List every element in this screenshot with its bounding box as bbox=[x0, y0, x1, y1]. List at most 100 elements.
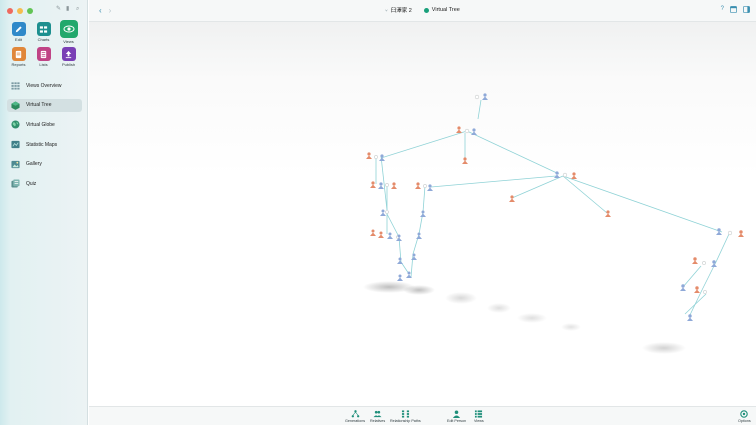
options-label: Options bbox=[738, 419, 751, 423]
sidebar-item-label: Virtual Globe bbox=[26, 121, 55, 128]
male-person-icon[interactable] bbox=[427, 184, 433, 191]
window-icon[interactable] bbox=[730, 6, 737, 15]
mode-publish[interactable]: Publish bbox=[58, 47, 79, 67]
bottom-toolbar: Generations Relatives Relationship Paths… bbox=[89, 406, 756, 425]
couple-joints bbox=[374, 94, 733, 294]
globe-icon bbox=[11, 120, 20, 129]
forward-button[interactable]: › bbox=[109, 5, 112, 17]
back-button[interactable]: ‹ bbox=[99, 5, 102, 17]
edit-icon bbox=[11, 22, 26, 36]
options-button[interactable]: Options bbox=[738, 409, 751, 423]
mode-lists[interactable]: Lists bbox=[33, 47, 54, 67]
bookmark-icon[interactable]: ▮ bbox=[66, 6, 71, 12]
tree-connections bbox=[375, 99, 730, 318]
tag-icon[interactable]: ✎ bbox=[56, 6, 61, 12]
views-icon bbox=[474, 409, 483, 418]
male-person-icon[interactable] bbox=[380, 209, 386, 217]
female-person-icon[interactable] bbox=[370, 229, 376, 237]
toolbar-right: ? bbox=[721, 6, 750, 15]
search-icon[interactable]: ⌕ bbox=[76, 6, 81, 12]
sidebar-item-label: Quiz bbox=[26, 180, 37, 187]
sidebar-item-statistic-maps[interactable]: Statistic Maps bbox=[7, 138, 82, 151]
female-person-icon[interactable] bbox=[391, 182, 397, 189]
male-person-icon[interactable] bbox=[420, 210, 426, 218]
generations-label: Generations bbox=[345, 419, 366, 423]
grid-icon bbox=[11, 81, 20, 90]
gallery-icon bbox=[11, 160, 20, 169]
tree-name[interactable]: 臼澤家 2 bbox=[391, 6, 412, 14]
female-person-icon[interactable] bbox=[366, 152, 372, 159]
virtual-tree-canvas[interactable] bbox=[89, 22, 756, 406]
view-status-icon bbox=[423, 7, 429, 13]
male-person-icon[interactable] bbox=[378, 182, 384, 189]
relatives-button[interactable]: Relatives bbox=[370, 409, 385, 423]
mode-edit[interactable]: Edit bbox=[8, 22, 29, 44]
relationship-paths-label: Relationship Paths bbox=[390, 419, 421, 423]
relationship-paths-button[interactable]: Relationship Paths bbox=[390, 409, 421, 423]
male-person-icon[interactable] bbox=[687, 314, 693, 321]
female-person-icon[interactable] bbox=[462, 157, 468, 164]
female-person-icon[interactable] bbox=[738, 230, 744, 237]
female-person-icon[interactable] bbox=[370, 181, 376, 188]
mode-label: Reports bbox=[11, 62, 26, 67]
cube-icon bbox=[11, 101, 20, 110]
female-person-icon[interactable] bbox=[509, 195, 515, 202]
female-person-icon[interactable] bbox=[378, 231, 384, 239]
male-person-icon[interactable] bbox=[387, 232, 393, 240]
sidebar-item-label: Views Overview bbox=[26, 82, 62, 89]
edit-person-button[interactable]: Edit Person bbox=[447, 409, 466, 423]
sidebar: ✎ ▮ ⌕ Edit Charts Views Reports Lists Pu… bbox=[0, 0, 88, 425]
mode-label: Publish bbox=[61, 62, 76, 67]
male-person-icon[interactable] bbox=[379, 154, 385, 161]
sidebar-item-label: Gallery bbox=[26, 161, 42, 168]
sidebar-item-label: Statistic Maps bbox=[26, 141, 58, 148]
female-person-icon[interactable] bbox=[571, 172, 577, 179]
sidebar-item-gallery[interactable]: Gallery bbox=[7, 158, 82, 171]
publish-icon bbox=[61, 47, 76, 61]
male-person-icon[interactable] bbox=[416, 232, 422, 240]
male-person-icon[interactable] bbox=[411, 253, 417, 261]
mode-grid: Edit Charts Views Reports Lists Publish bbox=[8, 20, 79, 67]
sidebar-item-virtual-tree[interactable]: Virtual Tree bbox=[7, 98, 82, 112]
options-icon bbox=[740, 409, 749, 418]
help-icon[interactable]: ? bbox=[721, 6, 724, 15]
views-label: Views bbox=[474, 419, 484, 423]
male-person-icon[interactable] bbox=[471, 128, 477, 135]
sidebar-item-quiz[interactable]: Quiz bbox=[7, 177, 82, 190]
relationship-paths-icon bbox=[401, 409, 410, 418]
history-navigation: ‹ › bbox=[99, 5, 111, 17]
lists-icon bbox=[36, 47, 51, 61]
edit-person-icon bbox=[452, 409, 461, 418]
female-person-icon[interactable] bbox=[456, 126, 462, 133]
mode-label: Edit bbox=[15, 37, 22, 42]
male-person-icon[interactable] bbox=[397, 274, 403, 282]
mode-charts[interactable]: Charts bbox=[33, 22, 54, 44]
virtual-tree-scene[interactable] bbox=[89, 22, 756, 406]
female-person-icon[interactable] bbox=[694, 286, 700, 293]
female-person-icon[interactable] bbox=[605, 210, 611, 217]
sidebar-item-views-overview[interactable]: Views Overview bbox=[7, 79, 82, 92]
male-person-icon[interactable] bbox=[482, 93, 488, 100]
eye-icon bbox=[59, 20, 78, 38]
mode-label: Lists bbox=[39, 62, 48, 67]
inspector-toggle-icon[interactable] bbox=[743, 6, 750, 15]
female-person-icon[interactable] bbox=[415, 182, 421, 189]
app-window: ✎ ▮ ⌕ Edit Charts Views Reports Lists Pu… bbox=[0, 0, 756, 425]
views-button[interactable]: Views bbox=[474, 409, 484, 423]
sidebar-item-virtual-globe[interactable]: Virtual Globe bbox=[7, 118, 82, 131]
breadcrumb: ⑂ 臼澤家 2 Virtual Tree bbox=[385, 6, 460, 14]
minimize-window-button[interactable] bbox=[17, 8, 23, 14]
charts-icon bbox=[36, 22, 51, 36]
generations-button[interactable]: Generations bbox=[345, 409, 365, 423]
female-person-icon[interactable] bbox=[692, 257, 698, 264]
close-window-button[interactable] bbox=[7, 8, 13, 14]
mode-reports[interactable]: Reports bbox=[8, 47, 29, 67]
sidebar-toolbar: ✎ ▮ ⌕ bbox=[56, 6, 81, 12]
toolbar: ‹ › ⑂ 臼澤家 2 Virtual Tree ? bbox=[89, 0, 756, 22]
window-controls bbox=[7, 8, 33, 14]
male-person-icon[interactable] bbox=[397, 257, 403, 265]
male-person-icon[interactable] bbox=[680, 284, 686, 291]
mode-label: Views bbox=[63, 39, 74, 44]
zoom-window-button[interactable] bbox=[27, 8, 33, 14]
mode-views[interactable]: Views bbox=[58, 20, 79, 44]
